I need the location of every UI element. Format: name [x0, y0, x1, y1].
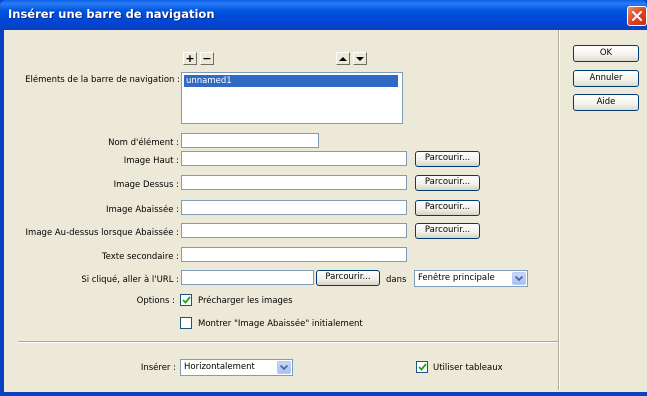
list-item[interactable]: unnamed1 — [184, 75, 398, 87]
target-select-value: Fenêtre principale — [418, 273, 495, 283]
minus-icon: − — [202, 51, 212, 65]
insert-select[interactable]: Horizontalement — [180, 359, 293, 376]
dropdown-button[interactable] — [512, 272, 526, 285]
element-name-input[interactable] — [181, 133, 319, 148]
url-label: Si cliqué, aller à l'URL : — [81, 275, 179, 285]
help-button[interactable]: Aide — [573, 94, 639, 111]
move-up-button[interactable] — [336, 52, 350, 65]
image-up-label: Image Haut : — [123, 156, 179, 166]
browse-url-button[interactable]: Parcourir... — [316, 270, 380, 286]
plus-icon: + — [185, 51, 195, 65]
dialog-title: Insérer une barre de navigation — [8, 7, 215, 21]
target-select[interactable]: Fenêtre principale — [414, 270, 528, 287]
browse-image-over-down-button[interactable]: Parcourir... — [415, 223, 480, 239]
show-down-checkbox[interactable] — [180, 317, 192, 329]
close-button[interactable] — [627, 6, 647, 26]
cancel-button[interactable]: Annuler — [573, 70, 639, 87]
options-label: Options : — [136, 296, 175, 306]
checkmark-icon — [181, 296, 191, 304]
image-down-label: Image Abaissée : — [106, 205, 179, 215]
element-name-label: Nom d'élément : — [108, 138, 179, 148]
url-input[interactable] — [181, 270, 314, 285]
browse-image-over-button[interactable]: Parcourir... — [415, 175, 480, 191]
nav-items-list[interactable]: unnamed1 — [181, 72, 403, 124]
alt-text-input[interactable] — [181, 247, 407, 262]
preload-label: Précharger les images — [198, 296, 293, 306]
insert-select-value: Horizontalement — [184, 362, 255, 372]
preload-checkbox[interactable] — [180, 294, 192, 306]
show-down-label: Montrer "Image Abaissée" initialement — [198, 319, 363, 329]
image-over-label: Image Dessus : — [113, 180, 179, 190]
image-over-down-input[interactable] — [181, 223, 407, 238]
window-border-bottom — [0, 392, 647, 396]
nav-items-label: Eléments de la barre de navigation : — [25, 75, 180, 85]
close-icon — [632, 11, 642, 21]
use-tables-label: Utiliser tableaux — [433, 363, 503, 373]
image-over-down-label: Image Au-dessus lorsque Abaissée : — [25, 228, 179, 238]
move-down-button[interactable] — [353, 52, 367, 65]
checkmark-icon — [417, 363, 427, 371]
chevron-down-icon — [280, 365, 288, 370]
chevron-down-icon — [515, 276, 523, 281]
dialog-body: + − Eléments de la barre de navigation :… — [4, 30, 647, 392]
arrow-up-icon — [339, 56, 347, 61]
use-tables-checkbox[interactable] — [416, 361, 428, 373]
insert-label: Insérer : — [140, 363, 176, 373]
image-down-input[interactable] — [181, 200, 407, 215]
dropdown-button[interactable] — [277, 361, 291, 374]
image-up-input[interactable] — [181, 151, 407, 166]
alt-text-label: Texte secondaire : — [101, 252, 179, 262]
browse-image-down-button[interactable]: Parcourir... — [415, 200, 480, 216]
browse-image-up-button[interactable]: Parcourir... — [415, 151, 480, 167]
remove-item-button[interactable]: − — [200, 52, 214, 65]
vertical-separator — [558, 30, 560, 390]
title-bar[interactable]: Insérer une barre de navigation — [0, 0, 647, 30]
separator — [18, 341, 559, 343]
image-over-input[interactable] — [181, 175, 407, 190]
add-item-button[interactable]: + — [183, 52, 197, 65]
in-label: dans — [386, 275, 407, 285]
arrow-down-icon — [356, 56, 364, 61]
ok-button[interactable]: OK — [573, 45, 639, 62]
